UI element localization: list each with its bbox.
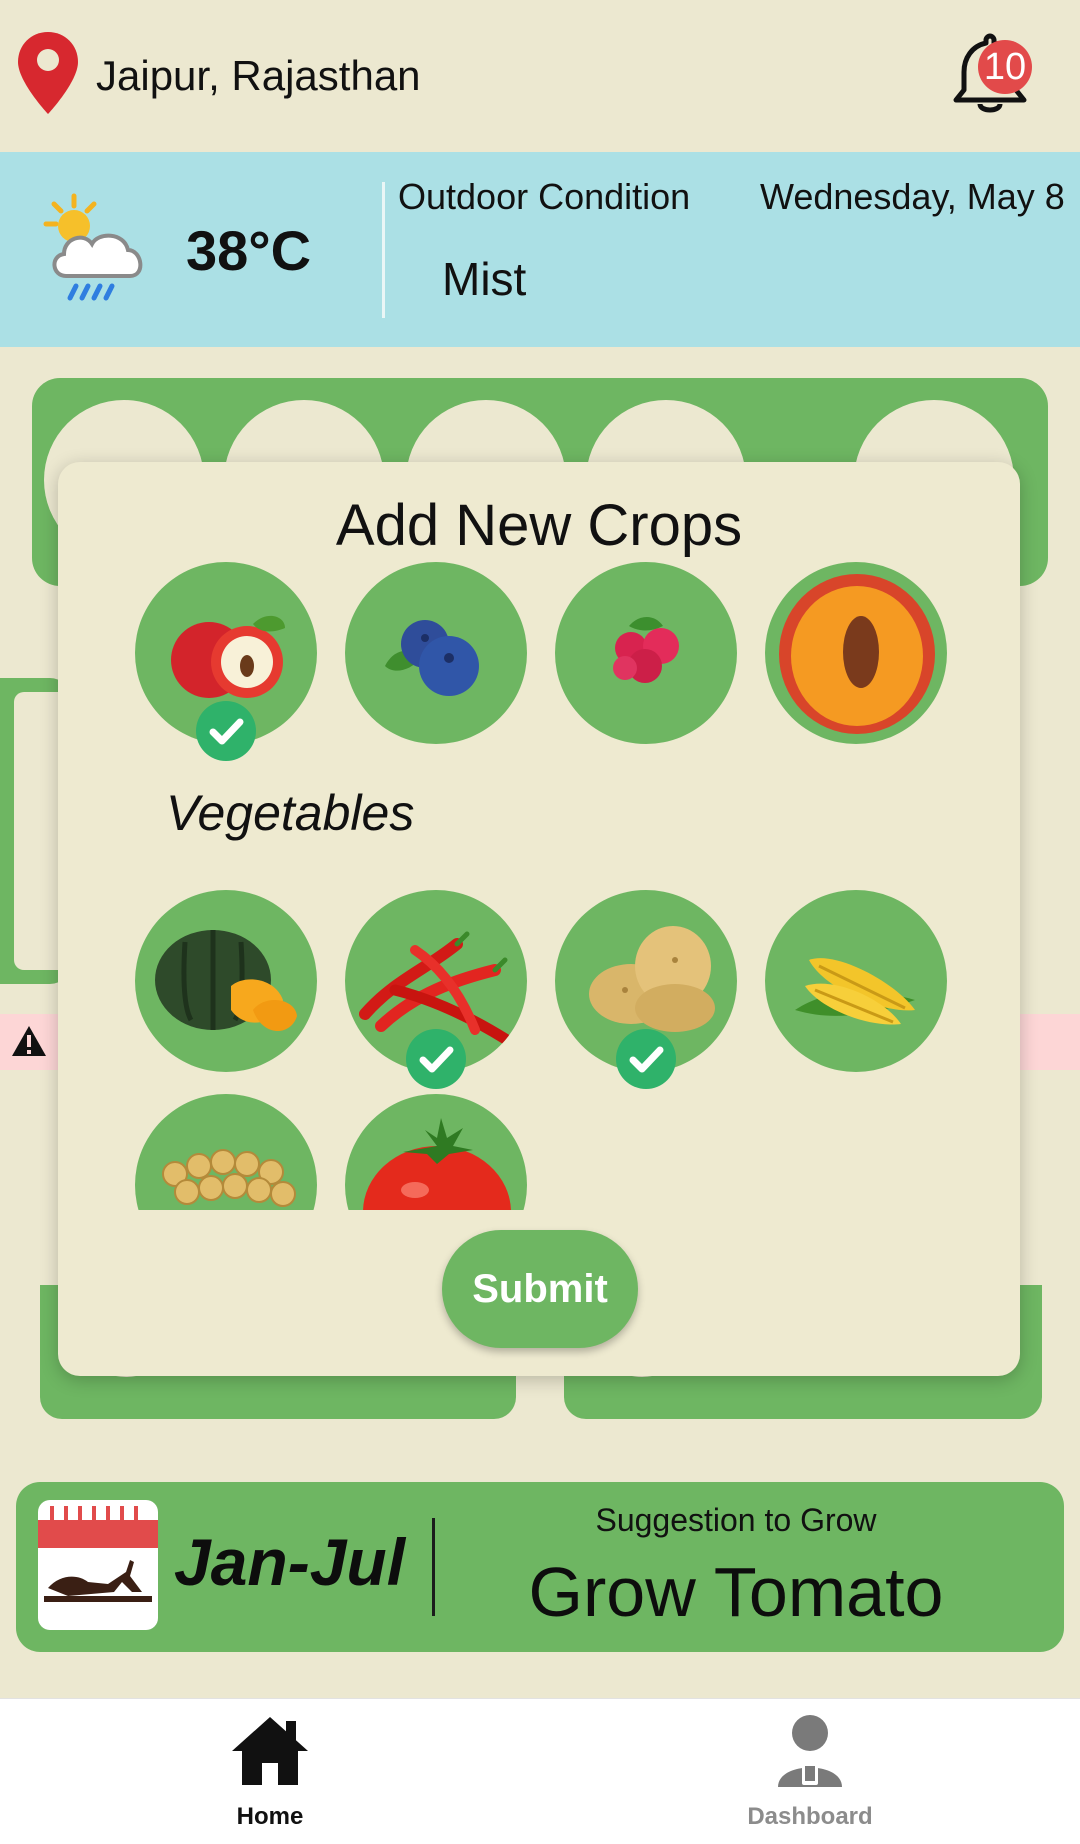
dialog-title: Add New Crops [335, 493, 743, 558]
current-date: Wednesday, May 8 [760, 176, 1065, 217]
outdoor-condition-value: Mist [442, 253, 527, 305]
nav-dashboard[interactable]: Dashboard [710, 1713, 910, 1837]
crop-grid-scroll-area[interactable] [58, 1092, 1020, 1210]
tomato-icon [363, 1118, 511, 1210]
raspberry-icon [613, 617, 679, 683]
peach-icon [779, 574, 935, 734]
dashboard-user-icon [778, 1715, 842, 1787]
crop-option-corn[interactable] [765, 890, 947, 1072]
sun-cloud-rain-icon [43, 193, 143, 301]
crop-option-peach[interactable] [765, 562, 947, 744]
nav-dashboard-label: Dashboard [747, 1803, 873, 1830]
chili-selected-check-icon [406, 1029, 466, 1089]
location-label[interactable]: Jaipur, Rajasthan [96, 52, 421, 100]
crop-option-blueberry[interactable] [345, 562, 527, 744]
suggested-crop: Grow Tomato [528, 1553, 944, 1631]
pumpkin-icon [155, 930, 297, 1032]
corn-icon [795, 958, 915, 1025]
top-bar: Jaipur, Rajasthan 10 [0, 0, 1080, 152]
location-pin-icon [18, 32, 78, 114]
season-range: Jan-Jul [174, 1525, 406, 1599]
nav-home-label: Home [236, 1803, 304, 1830]
submit-button[interactable]: Submit [442, 1230, 638, 1348]
nav-home[interactable]: Home [170, 1713, 370, 1837]
crop-option-soybean[interactable] [135, 1094, 317, 1210]
potato-selected-check-icon [616, 1029, 676, 1089]
weather-panel: 38°C Outdoor Condition Mist Wednesday, M… [0, 152, 1080, 347]
bottom-nav: Home Dashboard [0, 1698, 1080, 1844]
weather-divider [382, 182, 385, 318]
crop-option-raspberry[interactable] [555, 562, 737, 744]
apple-selected-check-icon [196, 701, 256, 761]
vegetables-section-title: Vegetables [166, 785, 415, 841]
crop-option-pumpkin[interactable] [135, 890, 317, 1072]
suggestion-divider [432, 1518, 435, 1616]
suggestion-label: Suggestion to Grow [595, 1502, 877, 1538]
home-icon [232, 1717, 308, 1785]
add-crops-dialog: Add New Crops Vegetables Submit [58, 462, 1020, 1376]
calendar-icon [38, 1500, 158, 1630]
outdoor-condition-label: Outdoor Condition [398, 176, 691, 217]
temperature: 38°C [186, 219, 312, 282]
warning-icon [12, 1026, 46, 1056]
soybean-icon [162, 1149, 296, 1207]
crop-option-tomato[interactable] [345, 1094, 527, 1210]
notification-badge: 10 [978, 40, 1032, 94]
grow-suggestion-card[interactable]: Jan-Jul Suggestion to Grow Grow Tomato [16, 1482, 1064, 1652]
blueberry-icon [385, 620, 479, 696]
